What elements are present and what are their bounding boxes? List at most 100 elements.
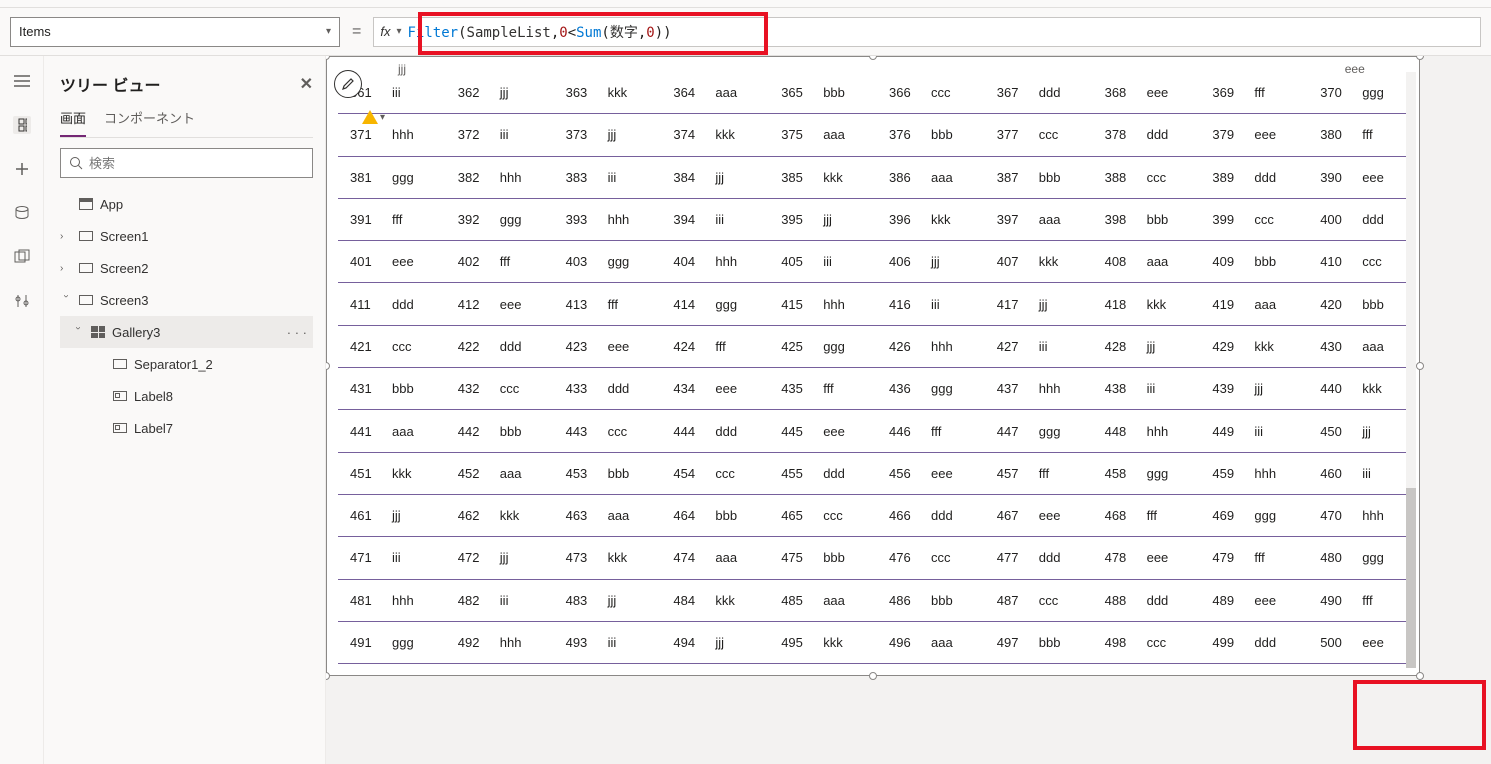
gallery-cell[interactable]: 463aaa [554,495,662,537]
gallery-cell[interactable]: 424fff [661,326,769,368]
gallery-cell[interactable]: 484kkk [661,580,769,622]
gallery-cell[interactable]: 432ccc [446,368,554,410]
gallery-cell[interactable]: 475bbb [769,537,877,579]
gallery-cell[interactable]: 486bbb [877,580,985,622]
gallery-cell[interactable]: 415hhh [769,283,877,325]
gallery-cell[interactable]: 369fff [1200,72,1308,114]
gallery-cell[interactable]: 373jjj [554,114,662,156]
gallery-cell[interactable]: 450jjj [1308,410,1416,452]
gallery-cell[interactable]: 500eee [1308,622,1416,664]
gallery-cell[interactable]: 366ccc [877,72,985,114]
gallery-cell[interactable]: 492hhh [446,622,554,664]
gallery-cell[interactable]: 442bbb [446,410,554,452]
gallery-cell[interactable]: 461jjj [338,495,446,537]
gallery-cell[interactable]: 409bbb [1200,241,1308,283]
gallery-cell[interactable]: 390eee [1308,157,1416,199]
gallery-cell[interactable]: 480ggg [1308,537,1416,579]
gallery-cell[interactable]: 410ccc [1308,241,1416,283]
gallery-cell[interactable]: 474aaa [661,537,769,579]
gallery-cell[interactable]: 382hhh [446,157,554,199]
gallery-cell[interactable]: 454ccc [661,453,769,495]
gallery-cell[interactable]: 472jjj [446,537,554,579]
scroll-thumb[interactable] [1406,488,1416,668]
gallery-cell[interactable]: 411ddd [338,283,446,325]
close-icon[interactable]: ✕ [300,74,313,94]
insert-icon[interactable] [13,160,31,178]
resize-handle[interactable] [1416,362,1424,370]
gallery-cell[interactable]: 368eee [1093,72,1201,114]
property-selector[interactable]: Items ▾ [10,17,340,47]
media-icon[interactable] [13,248,31,266]
gallery-cell[interactable]: 372iii [446,114,554,156]
gallery-cell[interactable]: 398bbb [1093,199,1201,241]
search-field[interactable] [89,156,304,171]
gallery-cell[interactable]: 452aaa [446,453,554,495]
gallery-cell[interactable]: 471iii [338,537,446,579]
gallery-cell[interactable]: 421ccc [338,326,446,368]
gallery-cell[interactable]: 385kkk [769,157,877,199]
gallery-cell[interactable]: 451kkk [338,453,446,495]
gallery-cell[interactable]: 388ccc [1093,157,1201,199]
gallery-cell[interactable]: 383iii [554,157,662,199]
gallery-cell[interactable]: 417jjj [985,283,1093,325]
gallery-cell[interactable]: 482iii [446,580,554,622]
gallery-cell[interactable]: 389ddd [1200,157,1308,199]
tree-screen1[interactable]: › Screen1 [60,220,313,252]
gallery-cell[interactable]: 420bbb [1308,283,1416,325]
gallery-cell[interactable]: 447ggg [985,410,1093,452]
gallery-cell[interactable]: 364aaa [661,72,769,114]
gallery-cell[interactable]: 378ddd [1093,114,1201,156]
gallery-cell[interactable]: 407kkk [985,241,1093,283]
gallery-cell[interactable]: 439jjj [1200,368,1308,410]
gallery-cell[interactable]: 455ddd [769,453,877,495]
gallery-cell[interactable]: 404hhh [661,241,769,283]
gallery-cell[interactable]: 495kkk [769,622,877,664]
tree-screen3[interactable]: › Screen3 [60,284,313,316]
gallery-cell[interactable]: 469ggg [1200,495,1308,537]
gallery-cell[interactable]: 375aaa [769,114,877,156]
edit-pencil-icon[interactable] [334,70,362,98]
gallery-cell[interactable]: 458ggg [1093,453,1201,495]
gallery-cell[interactable]: 462kkk [446,495,554,537]
gallery-cell[interactable]: 399ccc [1200,199,1308,241]
gallery-cell[interactable]: 441aaa [338,410,446,452]
gallery3[interactable]: jjjeee 361iii362jjj363kkk364aaa365bbb366… [326,56,1420,676]
gallery-cell[interactable]: 394iii [661,199,769,241]
gallery-cell[interactable]: 371hhh [338,114,446,156]
gallery-cell[interactable]: 443ccc [554,410,662,452]
gallery-cell[interactable]: 459hhh [1200,453,1308,495]
gallery-cell[interactable]: 384jjj [661,157,769,199]
gallery-cell[interactable]: 478eee [1093,537,1201,579]
resize-handle[interactable] [1416,672,1424,680]
gallery-cell[interactable]: 403ggg [554,241,662,283]
gallery-cell[interactable]: 406jjj [877,241,985,283]
gallery-cell[interactable]: 362jjj [446,72,554,114]
resize-handle[interactable] [1416,56,1424,60]
gallery-cell[interactable]: 395jjj [769,199,877,241]
gallery-cell[interactable]: 425ggg [769,326,877,368]
gallery-cell[interactable]: 494jjj [661,622,769,664]
gallery-cell[interactable]: 401eee [338,241,446,283]
gallery-cell[interactable]: 435fff [769,368,877,410]
gallery-cell[interactable]: 391fff [338,199,446,241]
gallery-cell[interactable]: 423eee [554,326,662,368]
more-icon[interactable]: · · · [287,325,313,340]
search-input[interactable] [60,148,313,178]
gallery-cell[interactable]: 487ccc [985,580,1093,622]
gallery-cell[interactable]: 465ccc [769,495,877,537]
gallery-cell[interactable]: 453bbb [554,453,662,495]
gallery-cell[interactable]: 496aaa [877,622,985,664]
gallery-cell[interactable]: 426hhh [877,326,985,368]
gallery-cell[interactable]: 365bbb [769,72,877,114]
gallery-cell[interactable]: 436ggg [877,368,985,410]
gallery-cell[interactable]: 444ddd [661,410,769,452]
gallery-cell[interactable]: 397aaa [985,199,1093,241]
gallery-cell[interactable]: 445eee [769,410,877,452]
gallery-cell[interactable]: 470hhh [1308,495,1416,537]
gallery-cell[interactable]: 488ddd [1093,580,1201,622]
tools-icon[interactable] [13,292,31,310]
tree-app[interactable]: App [60,188,313,220]
gallery-cell[interactable]: 363kkk [554,72,662,114]
gallery-cell[interactable]: 456eee [877,453,985,495]
resize-handle[interactable] [869,672,877,680]
